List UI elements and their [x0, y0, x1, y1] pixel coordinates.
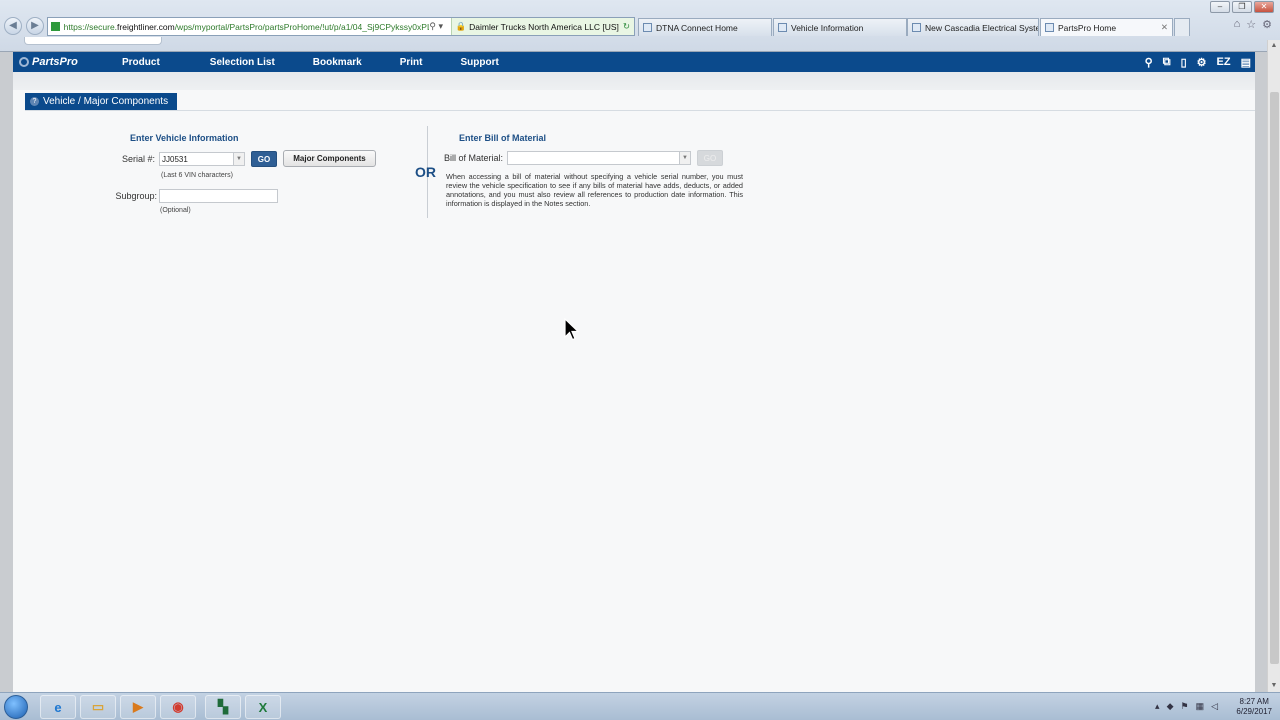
- favorites-bar-item[interactable]: [24, 37, 162, 45]
- chrome-icon[interactable]: ◉: [160, 695, 196, 719]
- or-label: OR: [415, 164, 436, 180]
- url-text: https://secure.freightliner.com/wps/mypo…: [63, 21, 430, 32]
- tab-favicon: [912, 23, 921, 32]
- copy-icon[interactable]: ⧉: [1163, 56, 1171, 69]
- system-clock[interactable]: 8:27 AM 6/29/2017: [1236, 697, 1272, 717]
- new-tab-button[interactable]: [1174, 18, 1190, 36]
- document-icon[interactable]: ▯: [1181, 56, 1187, 69]
- system-tray: ▴ ◆ ⚑ ▦ ◁: [1155, 701, 1218, 712]
- home-icon[interactable]: ⌂: [1234, 18, 1241, 31]
- bom-combobox[interactable]: ▼: [507, 151, 691, 165]
- media-player-icon[interactable]: ▶: [120, 695, 156, 719]
- scroll-up-icon[interactable]: ▲: [1268, 40, 1280, 52]
- show-hidden-icons[interactable]: ▴: [1155, 701, 1160, 712]
- back-button[interactable]: ◀: [4, 17, 22, 35]
- menu-print[interactable]: Print: [400, 57, 423, 68]
- page-icon: [51, 22, 60, 31]
- volume-icon[interactable]: ◁: [1211, 701, 1218, 712]
- subgroup-hint: (Optional): [160, 207, 191, 214]
- tab-partspro-home[interactable]: PartsPro Home ✕: [1040, 18, 1173, 36]
- brand-name: PartsPro: [32, 56, 78, 68]
- tab-favicon: [1045, 23, 1054, 32]
- bom-heading: Enter Bill of Material: [459, 133, 547, 143]
- subgroup-label: Subgroup:: [115, 191, 157, 201]
- excel-icon[interactable]: X: [245, 695, 281, 719]
- clock-time: 8:27 AM: [1239, 697, 1269, 706]
- ez-link[interactable]: EZ: [1217, 56, 1231, 69]
- settings-gear-icon[interactable]: ⚙: [1197, 56, 1207, 69]
- app-shortcut-icon[interactable]: ▚: [205, 695, 241, 719]
- tab-favicon: [778, 23, 787, 32]
- address-bar[interactable]: https://secure.freightliner.com/wps/mypo…: [47, 17, 635, 36]
- window-controls: – ❐ ✕: [1210, 1, 1274, 13]
- help-icon[interactable]: ?: [30, 97, 39, 106]
- chevron-down-icon[interactable]: ▼: [233, 153, 244, 165]
- page-title: Vehicle / Major Components: [43, 96, 169, 107]
- page-content: ? Vehicle / Major Components Enter Vehic…: [13, 72, 1255, 692]
- tab-new-cascadia[interactable]: New Cascadia Electrical Syste...: [907, 18, 1039, 36]
- search-icon[interactable]: ⚲ ▾: [429, 21, 450, 32]
- tab-dtna-connect[interactable]: DTNA Connect Home: [638, 18, 772, 36]
- logo-gear-icon: [19, 57, 29, 67]
- favorites-star-icon[interactable]: ☆: [1246, 18, 1256, 31]
- forward-button[interactable]: ▶: [26, 17, 44, 35]
- restore-button[interactable]: ❐: [1232, 1, 1252, 13]
- vertical-scrollbar[interactable]: ▲ ▼: [1267, 40, 1280, 692]
- serial-label: Serial #:: [121, 154, 155, 164]
- windows-taskbar: e ▭ ▶ ◉ ▚ X ▴ ◆ ⚑ ▦ ◁ 8:27 AM 6/29/2017: [0, 692, 1280, 720]
- scroll-down-icon[interactable]: ▼: [1268, 680, 1280, 692]
- serial-value: JJ0531: [162, 154, 188, 164]
- menu-product[interactable]: Product: [122, 57, 160, 68]
- tab-underline: [25, 110, 1255, 111]
- menu-bookmark[interactable]: Bookmark: [313, 57, 362, 68]
- tab-favicon: [643, 23, 652, 32]
- serial-combobox[interactable]: JJ0531 ▼: [159, 152, 245, 166]
- mouse-cursor-icon: [564, 318, 580, 341]
- search-icon[interactable]: ⚲: [1145, 56, 1153, 69]
- serial-hint: (Last 6 VIN characters): [161, 172, 233, 179]
- browser-chrome: – ❐ ✕ ◀ ▶ https://secure.freightliner.co…: [0, 0, 1280, 52]
- tray-flag-icon[interactable]: ⚑: [1180, 701, 1188, 712]
- bom-go-button[interactable]: GO: [697, 150, 723, 166]
- minimize-button[interactable]: –: [1210, 1, 1230, 13]
- subgroup-input[interactable]: [159, 189, 278, 203]
- file-explorer-icon[interactable]: ▭: [80, 695, 116, 719]
- bom-label: Bill of Material:: [443, 153, 503, 163]
- partspro-navbar: PartsPro Product Selection List Bookmark…: [13, 52, 1255, 72]
- lock-icon: 🔒: [455, 21, 467, 31]
- close-button[interactable]: ✕: [1254, 1, 1274, 13]
- partspro-logo[interactable]: PartsPro: [19, 56, 111, 68]
- refresh-icon[interactable]: ↻: [623, 21, 630, 32]
- internet-explorer-icon[interactable]: e: [40, 695, 76, 719]
- close-tab-icon[interactable]: ✕: [1161, 22, 1168, 33]
- page-tab-vehicle-major-components[interactable]: ? Vehicle / Major Components: [25, 93, 177, 110]
- menu-support[interactable]: Support: [460, 57, 498, 68]
- major-components-button[interactable]: Major Components: [283, 150, 376, 167]
- page-top-band: [13, 72, 1255, 90]
- tab-vehicle-information[interactable]: Vehicle Information: [773, 18, 907, 36]
- certificate-badge[interactable]: 🔒 Daimler Trucks North America LLC [US] ↻: [450, 18, 634, 35]
- navbar-tools: ⚲ ⧉ ▯ ⚙ EZ ▤: [1145, 56, 1251, 69]
- menu-selection-list[interactable]: Selection List: [210, 57, 275, 68]
- browser-toolbar: ⌂ ☆ ⚙: [1234, 18, 1272, 31]
- message-icon[interactable]: ▤: [1241, 56, 1251, 69]
- vehicle-info-heading: Enter Vehicle Information: [130, 133, 239, 143]
- clock-date: 6/29/2017: [1236, 707, 1272, 716]
- network-icon[interactable]: ▦: [1196, 701, 1205, 712]
- chevron-down-icon[interactable]: ▼: [679, 152, 690, 164]
- start-button[interactable]: [4, 695, 28, 719]
- scroll-thumb[interactable]: [1270, 92, 1279, 664]
- tray-app-icon[interactable]: ◆: [1167, 701, 1174, 712]
- gear-icon[interactable]: ⚙: [1262, 18, 1272, 31]
- vehicle-go-button[interactable]: GO: [251, 151, 277, 167]
- bom-note: When accessing a bill of material withou…: [446, 172, 743, 208]
